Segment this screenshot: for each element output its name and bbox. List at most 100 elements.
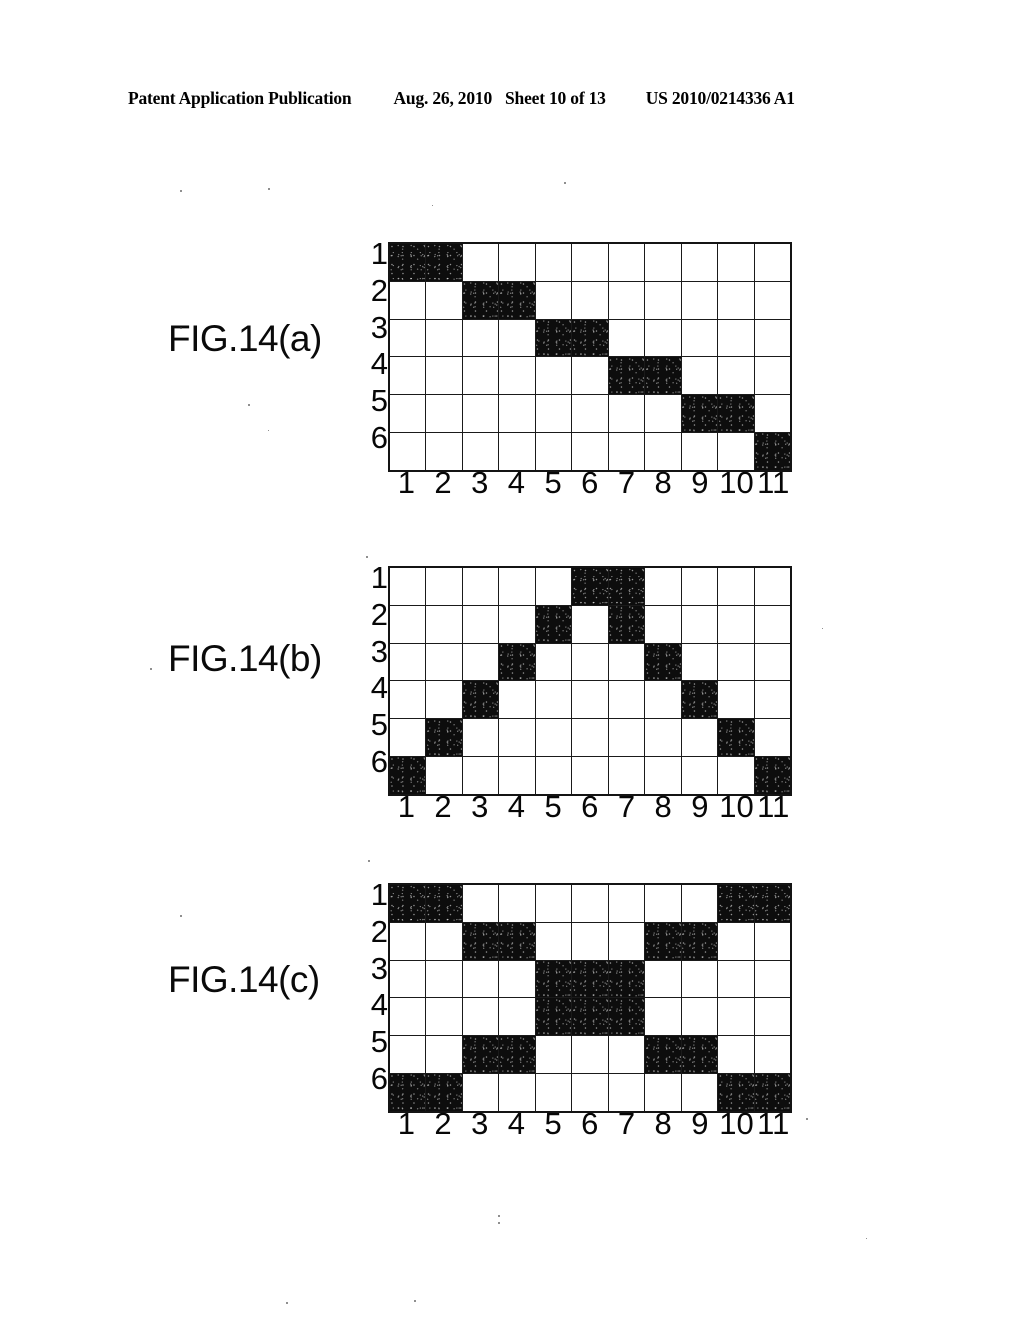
grid-cell-filled (461, 680, 500, 720)
grid-cell-empty (753, 997, 792, 1037)
grid-cell-filled (534, 318, 573, 358)
grid-cell-empty (607, 718, 646, 757)
grid-cell-filled (425, 242, 463, 282)
header-sheet-text: Sheet 10 of 13 (505, 88, 606, 108)
grid-cell-filled (571, 566, 609, 606)
grid-cell-filled (644, 356, 682, 396)
grid-cell-empty (425, 604, 463, 644)
grid-cell-filled (461, 921, 500, 961)
figure-14b-row-axis: 123456 (360, 560, 388, 781)
column-label: 1 (397, 789, 415, 824)
grid-cell-empty (498, 680, 536, 720)
column-label: 7 (617, 465, 636, 500)
figure-14b-grid (388, 566, 792, 796)
grid-cell-filled (607, 356, 646, 396)
grid-cell-empty (753, 280, 792, 320)
column-label: 1 (397, 1106, 415, 1141)
column-label: 10 (719, 789, 754, 824)
grid-cell-empty (644, 242, 682, 282)
header-patent-number: US 2010/0214336 A1 (645, 88, 795, 108)
grid-cell-empty (498, 718, 536, 757)
grid-cell-empty (498, 883, 536, 923)
grid-cell-empty (534, 356, 573, 396)
grid-cell-filled (680, 394, 719, 433)
scan-speckle (286, 1302, 288, 1304)
grid-cell-empty (644, 394, 682, 433)
grid-cell-empty (425, 394, 463, 433)
grid-cell-empty (717, 921, 755, 961)
column-label: 2 (434, 1106, 452, 1141)
column-label: 3 (471, 465, 489, 500)
grid-cell-empty (461, 356, 500, 396)
figure-14c-row-axis: 123456 (360, 877, 388, 1098)
grid-row (388, 318, 792, 358)
grid-cell-empty (680, 883, 719, 923)
grid-cell-empty (644, 280, 682, 320)
grid-cell-empty (425, 997, 463, 1037)
scan-speckle (180, 190, 182, 192)
figure-14b: FIG.14(b) 123456 1 2 3 4 5 6 7 8 9 10 11 (0, 560, 1024, 824)
column-label: 2 (434, 465, 452, 500)
grid-cell-empty (534, 280, 573, 320)
grid-cell-empty (534, 642, 573, 682)
column-label: 5 (544, 1106, 562, 1141)
grid-cell-empty (388, 394, 427, 433)
grid-cell-empty (571, 356, 609, 396)
grid-cell-empty (753, 242, 792, 282)
column-label: 9 (691, 789, 709, 824)
grid-cell-filled (571, 959, 609, 999)
figure-14c-col-axis: 1 2 3 4 5 6 7 8 9 10 11 (388, 1107, 792, 1141)
grid-cell-empty (753, 604, 792, 644)
grid-cell-filled (607, 604, 646, 644)
grid-cell-empty (461, 394, 500, 433)
grid-cell-empty (534, 718, 573, 757)
grid-cell-empty (571, 680, 609, 720)
figure-14a: FIG.14(a) 123456 1 2 3 4 5 6 7 8 9 10 11 (0, 236, 1024, 500)
grid-cell-empty (498, 318, 536, 358)
scan-speckle (268, 188, 270, 190)
grid-cell-empty (680, 959, 719, 999)
grid-cell-empty (571, 280, 609, 320)
grid-cell-empty (461, 718, 500, 757)
header-publication-text: Patent Application Publication (128, 88, 352, 108)
grid-cell-empty (425, 1035, 463, 1074)
grid-cell-empty (607, 642, 646, 682)
grid-cell-empty (388, 642, 427, 682)
grid-cell-filled (680, 1035, 719, 1074)
grid-cell-filled (753, 883, 792, 923)
grid-cell-empty (461, 642, 500, 682)
grid-cell-empty (717, 1035, 755, 1074)
column-label: 9 (691, 465, 709, 500)
grid-cell-empty (388, 566, 427, 606)
grid-cell-empty (425, 318, 463, 358)
column-label: 10 (719, 465, 754, 500)
row-label: 5 (370, 707, 388, 743)
grid-row (388, 394, 792, 433)
grid-cell-empty (498, 959, 536, 999)
grid-cell-filled (644, 921, 682, 961)
header-date-text: Aug. 26, 2010 (393, 88, 492, 108)
row-label: 1 (370, 560, 388, 595)
column-label: 4 (507, 465, 526, 500)
column-label: 1 (397, 465, 415, 500)
grid-cell-filled (461, 1035, 500, 1074)
grid-cell-empty (571, 883, 609, 923)
grid-cell-empty (571, 642, 609, 682)
grid-cell-filled (498, 280, 536, 320)
grid-cell-empty (388, 718, 427, 757)
scan-speckle (498, 1215, 500, 1217)
scan-speckle (414, 1300, 416, 1302)
grid-cell-empty (717, 356, 755, 396)
grid-cell-filled (461, 280, 500, 320)
grid-cell-empty (717, 280, 755, 320)
grid-cell-empty (680, 718, 719, 757)
grid-cell-empty (717, 959, 755, 999)
grid-cell-empty (498, 356, 536, 396)
figure-14a-label: FIG.14(a) (168, 318, 322, 359)
row-label: 3 (370, 950, 388, 986)
grid-cell-filled (425, 883, 463, 923)
grid-cell-empty (425, 959, 463, 999)
figure-14b-col-axis: 1 2 3 4 5 6 7 8 9 10 11 (388, 790, 792, 824)
row-label: 4 (370, 346, 388, 382)
column-label: 6 (581, 1106, 599, 1141)
